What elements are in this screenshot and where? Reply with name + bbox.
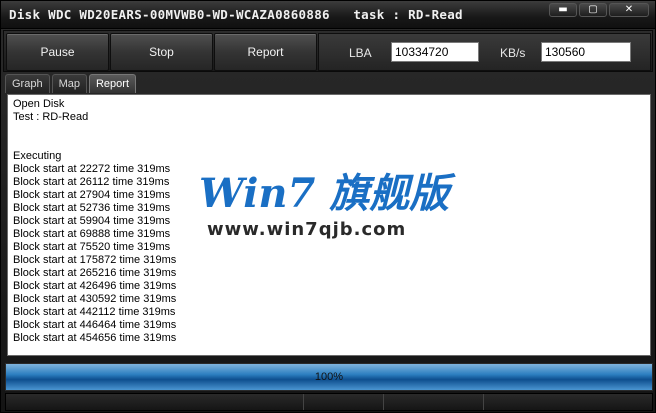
log-line: Executing (13, 150, 62, 162)
log-line: Block start at 265216 time 319ms (13, 267, 177, 279)
lba-field[interactable]: 10334720 (391, 42, 479, 62)
log-line: Block start at 442112 time 319ms (13, 306, 176, 318)
log-line: Block start at 22272 time 319ms (13, 163, 171, 175)
toolbar: Pause Stop Report LBA 10334720 KB/s 1305… (3, 30, 653, 72)
log-line: Block start at 430592 time 319ms (13, 293, 177, 305)
log-line: Block start at 75520 time 319ms (13, 241, 171, 253)
window-title: Disk WDC WD20EARS-00MVWB0-WD-WCAZA086088… (9, 7, 463, 22)
status-bar (5, 393, 653, 411)
status-segment (384, 394, 484, 410)
maximize-icon[interactable]: ▢ (579, 3, 607, 17)
log-line: Block start at 454656 time 319ms (13, 332, 177, 344)
report-log[interactable]: Open Disk Test : RD-Read Executing Block… (7, 94, 651, 356)
log-line: Open Disk (13, 98, 65, 110)
log-line: Block start at 426496 time 319ms (13, 280, 177, 292)
status-segment (304, 394, 384, 410)
kbs-label: KB/s (500, 46, 526, 60)
log-line: Block start at 175872 time 319ms (13, 254, 177, 266)
progress-bar: 100% (5, 363, 653, 391)
window-controls: ▬ ▢ ✕ (549, 3, 649, 17)
stats-panel: LBA 10334720 KB/s 130560 (318, 33, 651, 71)
stop-button[interactable]: Stop (110, 33, 213, 71)
log-line: Block start at 446464 time 319ms (13, 319, 177, 331)
progress-label: 100% (314, 371, 344, 383)
log-line: Block start at 59904 time 319ms (13, 215, 171, 227)
log-line: Block start at 52736 time 319ms (13, 202, 171, 214)
minimize-icon[interactable]: ▬ (549, 3, 577, 17)
log-line: Block start at 69888 time 319ms (13, 228, 171, 240)
tab-graph[interactable]: Graph (5, 74, 50, 93)
close-icon[interactable]: ✕ (609, 3, 649, 17)
lba-label: LBA (349, 46, 372, 60)
title-bar[interactable]: Disk WDC WD20EARS-00MVWB0-WD-WCAZA086088… (1, 1, 655, 29)
tab-bar: Graph Map Report (5, 74, 137, 94)
tab-report[interactable]: Report (88, 74, 137, 93)
report-button[interactable]: Report (214, 33, 317, 71)
status-segment (6, 394, 304, 410)
log-line: Test : RD-Read (13, 111, 89, 123)
tab-map[interactable]: Map (51, 74, 87, 93)
app-window: Disk WDC WD20EARS-00MVWB0-WD-WCAZA086088… (0, 0, 656, 413)
pause-button[interactable]: Pause (6, 33, 109, 71)
kbs-field[interactable]: 130560 (541, 42, 631, 62)
log-line: Block start at 26112 time 319ms (13, 176, 170, 188)
log-line: Block start at 27904 time 319ms (13, 189, 171, 201)
